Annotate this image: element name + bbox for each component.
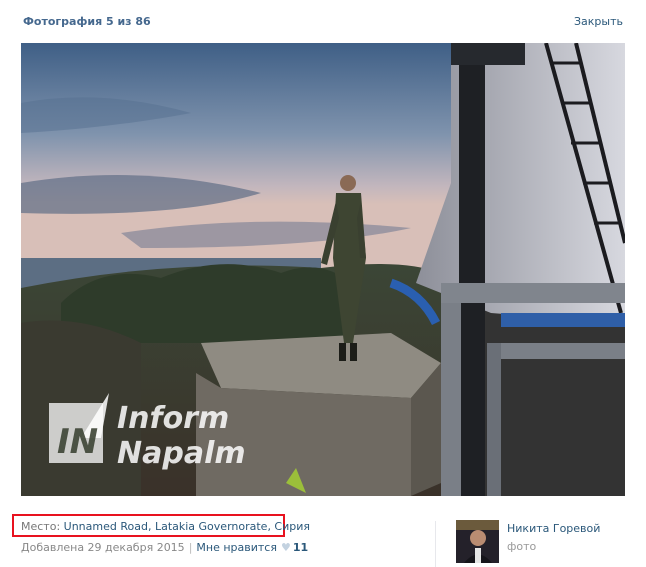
author-avatar[interactable] bbox=[456, 520, 499, 563]
photo-scene: IN Inform Napalm bbox=[21, 43, 625, 496]
place-row: Место: Unnamed Road, Latakia Governorate… bbox=[21, 520, 310, 533]
added-row: Добавлена 29 декабря 2015 | Мне нравится ♥ 1… bbox=[21, 541, 308, 554]
separator: | bbox=[188, 541, 193, 554]
close-button[interactable]: Закрыть bbox=[574, 15, 623, 28]
place-label: Место: bbox=[21, 520, 61, 533]
added-date: Добавлена 29 декабря 2015 bbox=[21, 541, 185, 554]
place-link[interactable]: Unnamed Road, Latakia Governorate, Сирия bbox=[64, 520, 310, 533]
watermark-logo-text: IN bbox=[57, 422, 98, 462]
author-name[interactable]: Никита Горевой bbox=[507, 522, 600, 535]
watermark-line2: Napalm bbox=[117, 436, 246, 471]
photo-image[interactable]: IN Inform Napalm bbox=[21, 43, 625, 496]
like-button[interactable]: Мне нравится bbox=[196, 541, 277, 554]
author-subtitle: фото bbox=[507, 540, 537, 553]
heart-icon[interactable]: ♥ bbox=[281, 541, 291, 554]
like-count[interactable]: 11 bbox=[293, 541, 308, 554]
photo-counter-title: Фотография 5 из 86 bbox=[23, 15, 151, 28]
divider bbox=[435, 521, 436, 567]
avatar-image bbox=[456, 520, 499, 563]
watermark-logo: IN Inform Napalm bbox=[49, 393, 246, 471]
watermark-line1: Inform bbox=[117, 401, 229, 436]
